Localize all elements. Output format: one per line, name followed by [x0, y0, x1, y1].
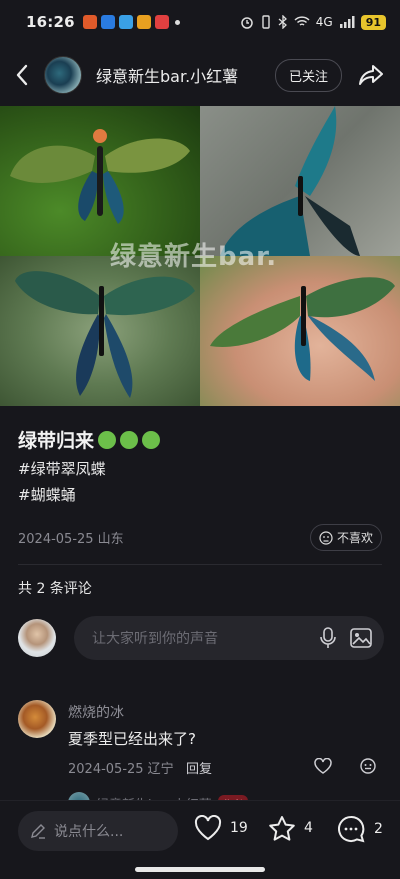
heart-icon	[314, 757, 332, 774]
notification-icons	[82, 15, 169, 29]
butterfly-photo	[0, 256, 200, 406]
reply-button[interactable]: 回复	[186, 758, 212, 777]
green-circle-emoji-icon	[98, 430, 117, 449]
current-user-avatar	[18, 619, 56, 657]
app-notification-icon	[154, 15, 169, 29]
status-time: 16:26	[26, 13, 75, 31]
comment-react-button[interactable]	[360, 758, 376, 778]
comment-input[interactable]: 让大家听到你的声音	[74, 616, 384, 660]
emoji-face-icon	[360, 758, 376, 774]
wifi-icon	[294, 16, 310, 26]
home-indicator[interactable]	[135, 867, 265, 872]
pencil-icon	[31, 824, 45, 839]
hashtag-link[interactable]: #绿带翠凤蝶	[18, 458, 106, 479]
image-picker-icon[interactable]	[350, 628, 372, 648]
star-icon	[269, 816, 295, 841]
comment-button[interactable]: 2	[336, 815, 383, 843]
comments-count: 共 2 条评论	[18, 581, 92, 597]
butterfly-photo	[200, 256, 400, 406]
commenter-avatar[interactable]	[18, 700, 56, 738]
author-avatar[interactable]	[44, 56, 82, 94]
author-name[interactable]: 绿意新生bar.小红薯	[96, 63, 238, 87]
network-label: 4G	[315, 15, 333, 29]
chevron-left-icon	[16, 64, 28, 86]
post-meta-row: 2024-05-25 山东 不喜欢	[18, 524, 382, 551]
comment-compose-row: 让大家听到你的声音	[18, 616, 384, 660]
say-something-input[interactable]: 说点什么...	[18, 811, 178, 851]
hashtag-link[interactable]: #蝴蝶蛹	[18, 484, 76, 505]
divider	[18, 564, 382, 565]
app-notification-icon	[82, 15, 97, 29]
comment-text: 夏季型已经出来了?	[68, 730, 196, 748]
back-button[interactable]	[0, 64, 44, 86]
app-notification-icon	[136, 15, 151, 29]
green-circle-emoji-icon	[142, 430, 161, 449]
dislike-button[interactable]: 不喜欢	[309, 524, 382, 551]
green-circle-emoji-icon	[120, 430, 139, 449]
comment-input-placeholder: 让大家听到你的声音	[92, 631, 218, 647]
say-something-placeholder: 说点什么...	[54, 824, 124, 840]
comment-bubble-icon	[338, 815, 365, 843]
sad-face-icon	[319, 530, 333, 545]
alarm-icon	[241, 17, 253, 29]
comment-date-location: 2024-05-25 辽宁	[68, 762, 174, 777]
comment-like-button[interactable]	[314, 757, 332, 778]
more-notifications-icon	[174, 19, 180, 25]
commenter-name[interactable]: 燃烧的冰	[68, 702, 124, 722]
collect-count: 4	[304, 820, 313, 836]
dislike-label: 不喜欢	[336, 531, 373, 545]
heart-icon	[194, 815, 222, 841]
app-notification-icon	[118, 15, 133, 29]
bluetooth-icon	[278, 15, 287, 29]
status-bar: 16:26 4G 91	[0, 0, 400, 44]
post-header: 绿意新生bar.小红薯 已关注	[0, 48, 400, 102]
share-icon	[359, 65, 383, 85]
post-image-carousel[interactable]	[0, 106, 400, 406]
butterfly-photo	[200, 106, 400, 256]
app-notification-icon	[100, 15, 115, 29]
butterfly-photo	[0, 106, 200, 256]
post-date-location: 2024-05-25 山东	[18, 532, 124, 547]
collect-button[interactable]: 4	[268, 815, 313, 841]
post-title-text: 绿带归来	[18, 430, 95, 452]
like-button[interactable]: 19	[194, 815, 248, 841]
vibrate-icon	[262, 15, 270, 29]
follow-button[interactable]: 已关注	[274, 58, 342, 92]
signal-icon	[339, 16, 355, 28]
microphone-icon[interactable]	[320, 627, 336, 649]
battery-indicator: 91	[360, 14, 386, 30]
share-button[interactable]	[342, 64, 400, 86]
post-title: 绿带归来	[18, 426, 161, 453]
comment-count: 2	[374, 821, 383, 837]
like-count: 19	[230, 820, 248, 836]
